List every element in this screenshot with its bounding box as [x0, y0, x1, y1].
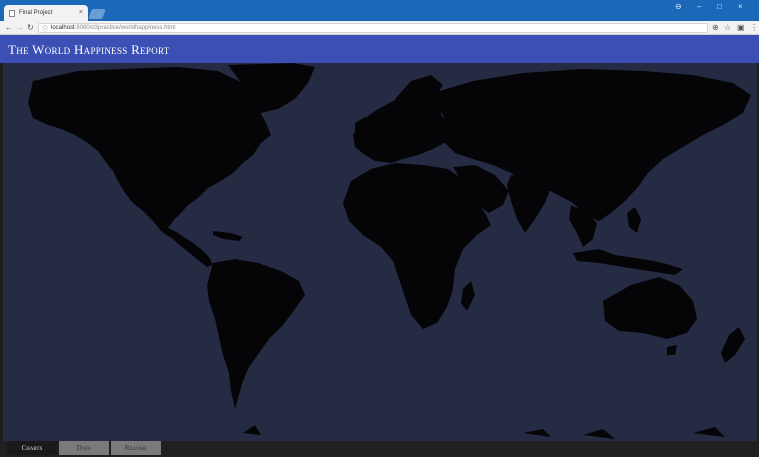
- tab-data[interactable]: Data: [59, 441, 109, 455]
- browser-tab[interactable]: Final Project ×: [4, 5, 88, 21]
- tab-readme[interactable]: Readme: [111, 441, 161, 455]
- url-host: localhost: [51, 25, 75, 31]
- new-tab-button[interactable]: [88, 9, 106, 19]
- browser-toolbar: ← → ↻ ⓘ localhost :8080/d3practice/world…: [0, 21, 759, 35]
- minimize-button[interactable]: –: [697, 2, 701, 11]
- profile-icon[interactable]: ⊖: [675, 2, 682, 11]
- zoom-icon[interactable]: ⊕: [712, 23, 719, 32]
- forward-icon[interactable]: →: [16, 23, 24, 32]
- info-icon[interactable]: ⓘ: [42, 24, 48, 33]
- bottom-tab-bar: Charts Data Readme: [0, 441, 759, 457]
- tab-charts[interactable]: Charts: [7, 441, 57, 455]
- page-header: The World Happiness Report: [0, 35, 759, 63]
- browser-titlebar: Final Project × ⊖ – □ ×: [0, 0, 759, 21]
- page-icon: [9, 9, 15, 17]
- back-icon[interactable]: ←: [5, 23, 13, 32]
- page-title: The World Happiness Report: [8, 42, 170, 57]
- reload-icon[interactable]: ↻: [27, 23, 34, 32]
- extension-icon[interactable]: ▣: [737, 23, 745, 32]
- address-bar[interactable]: ⓘ localhost :8080/d3practice/worldhappin…: [38, 23, 708, 33]
- tab-title: Final Project: [19, 10, 53, 16]
- world-map[interactable]: [3, 63, 757, 441]
- menu-icon[interactable]: ⋮: [750, 23, 758, 32]
- bookmark-star-icon[interactable]: ☆: [724, 23, 731, 32]
- url-path: :8080/d3practice/worldhappiness.html: [74, 25, 176, 31]
- tab-close-icon[interactable]: ×: [79, 9, 83, 16]
- maximize-button[interactable]: □: [717, 2, 722, 11]
- close-window-button[interactable]: ×: [738, 2, 743, 11]
- world-map-svg: [3, 63, 757, 441]
